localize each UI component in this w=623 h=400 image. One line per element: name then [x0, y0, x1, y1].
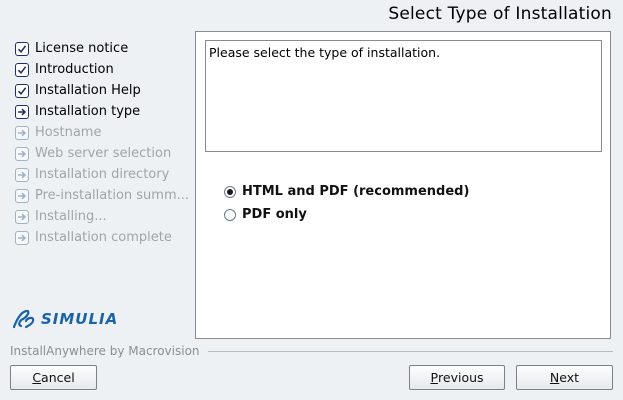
checkmark-icon: [15, 41, 29, 56]
arrow-right-icon: [15, 209, 29, 224]
cancel-button[interactable]: Cancel: [10, 365, 97, 390]
arrow-right-icon: [15, 188, 29, 203]
content-panel: Please select the type of installation. …: [195, 31, 611, 339]
cancel-label-rest: ancel: [41, 370, 75, 385]
option-html-and-pdf[interactable]: HTML and PDF (recommended): [224, 180, 469, 203]
radio-dot: [227, 188, 233, 195]
step-web-server-selection: Web server selection: [15, 143, 189, 164]
next-button[interactable]: Next: [516, 365, 613, 390]
radio-button[interactable]: [224, 208, 236, 221]
option-label[interactable]: HTML and PDF (recommended): [242, 184, 469, 199]
next-label-rest: ext: [559, 370, 580, 385]
radio-button-selected[interactable]: [224, 185, 236, 198]
step-label: Hostname: [35, 125, 102, 140]
checkmark-icon: [15, 62, 29, 77]
arrow-right-icon: [15, 230, 29, 245]
step-label: Introduction: [35, 62, 114, 77]
step-installing: Installing...: [15, 206, 189, 227]
step-installation-type: Installation type: [15, 101, 189, 122]
step-introduction: Introduction: [15, 59, 189, 80]
option-pdf-only[interactable]: PDF only: [224, 203, 469, 226]
brand-name: SIMULIA: [41, 310, 119, 328]
step-label: License notice: [35, 41, 129, 56]
arrow-right-icon: [15, 125, 29, 140]
step-label: Installation Help: [35, 83, 141, 98]
cancel-mnemonic: C: [32, 370, 42, 385]
step-installation-directory: Installation directory: [15, 164, 189, 185]
arrow-right-icon: [15, 104, 29, 119]
ds-logo-icon: [12, 309, 35, 329]
step-label: Web server selection: [35, 146, 172, 161]
step-label: Installation type: [35, 104, 141, 119]
step-list: License notice Introduction Installation…: [15, 38, 189, 248]
step-installation-help: Installation Help: [15, 80, 189, 101]
previous-label-rest: revious: [438, 370, 484, 385]
brand-logo: SIMULIA: [11, 308, 118, 330]
step-label: Pre-installation summ...: [35, 188, 190, 203]
vendor-label: InstallAnywhere by Macrovision: [10, 344, 208, 358]
installation-type-options: HTML and PDF (recommended) PDF only: [224, 180, 469, 226]
step-pre-installation-summary: Pre-installation summ...: [15, 185, 189, 206]
option-label[interactable]: PDF only: [242, 207, 307, 222]
step-label: Installation directory: [35, 167, 170, 182]
step-label: Installing...: [35, 209, 107, 224]
arrow-right-icon: [15, 167, 29, 182]
previous-mnemonic: P: [430, 370, 439, 385]
step-installation-complete: Installation complete: [15, 227, 189, 248]
step-hostname: Hostname: [15, 122, 189, 143]
checkmark-icon: [15, 83, 29, 98]
previous-button[interactable]: Previous: [409, 365, 505, 390]
step-license-notice: License notice: [15, 38, 189, 59]
instruction-message: Please select the type of installation.: [205, 40, 602, 152]
step-label: Installation complete: [35, 230, 172, 245]
arrow-right-icon: [15, 146, 29, 161]
page-title: Select Type of Installation: [388, 4, 612, 24]
next-mnemonic: N: [549, 370, 560, 385]
